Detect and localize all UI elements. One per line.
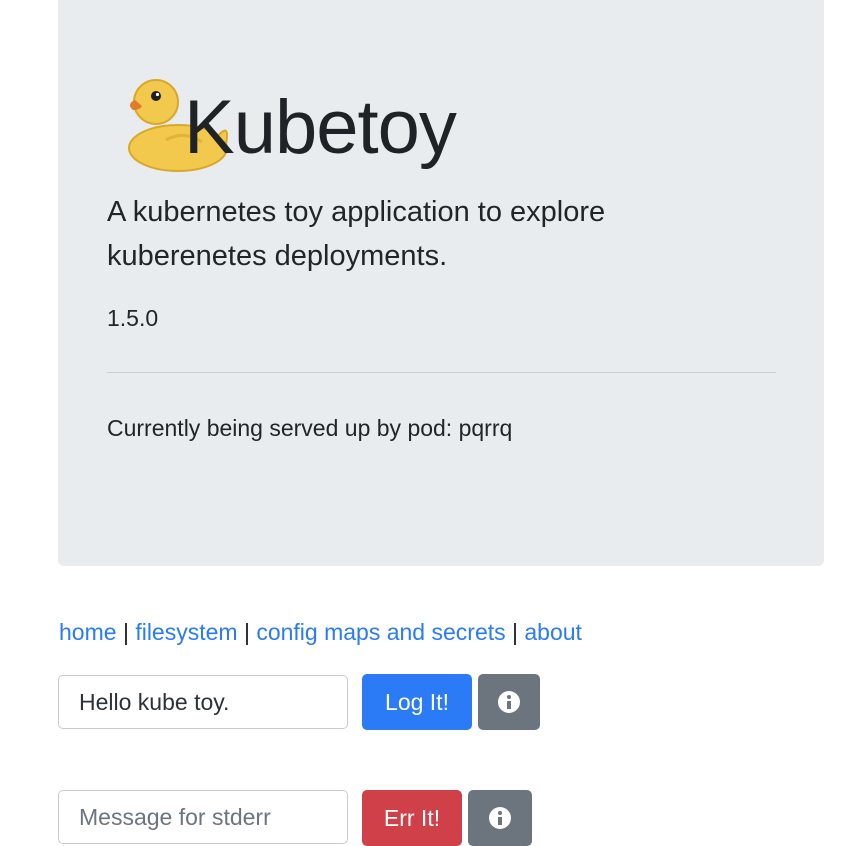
nav-link-about[interactable]: about <box>524 619 582 645</box>
log-it-button[interactable]: Log It! <box>362 674 472 730</box>
stderr-message-input[interactable] <box>58 790 348 844</box>
info-circle-icon <box>489 807 511 829</box>
app-title: Kubetoy <box>184 85 457 170</box>
info-circle-icon <box>498 691 520 713</box>
nav-links: home | filesystem | config maps and secr… <box>59 614 582 650</box>
nav-separator: | <box>512 619 518 645</box>
app-description: A kubernetes toy application to explore … <box>107 196 606 272</box>
log-message-input[interactable] <box>58 675 348 729</box>
err-info-button[interactable] <box>468 790 532 846</box>
divider <box>107 372 776 373</box>
app-version: 1.5.0 <box>107 305 159 331</box>
served-by-text: Currently being served up by pod: pqrrq <box>107 415 513 441</box>
nav-link-filesystem[interactable]: filesystem <box>135 619 237 645</box>
err-it-button[interactable]: Err It! <box>362 790 462 846</box>
nav-link-home[interactable]: home <box>59 619 117 645</box>
log-info-button[interactable] <box>478 674 540 730</box>
nav-link-config-maps-and-secrets[interactable]: config maps and secrets <box>256 619 505 645</box>
nav-separator: | <box>243 619 250 645</box>
nav-separator: | <box>122 619 129 645</box>
